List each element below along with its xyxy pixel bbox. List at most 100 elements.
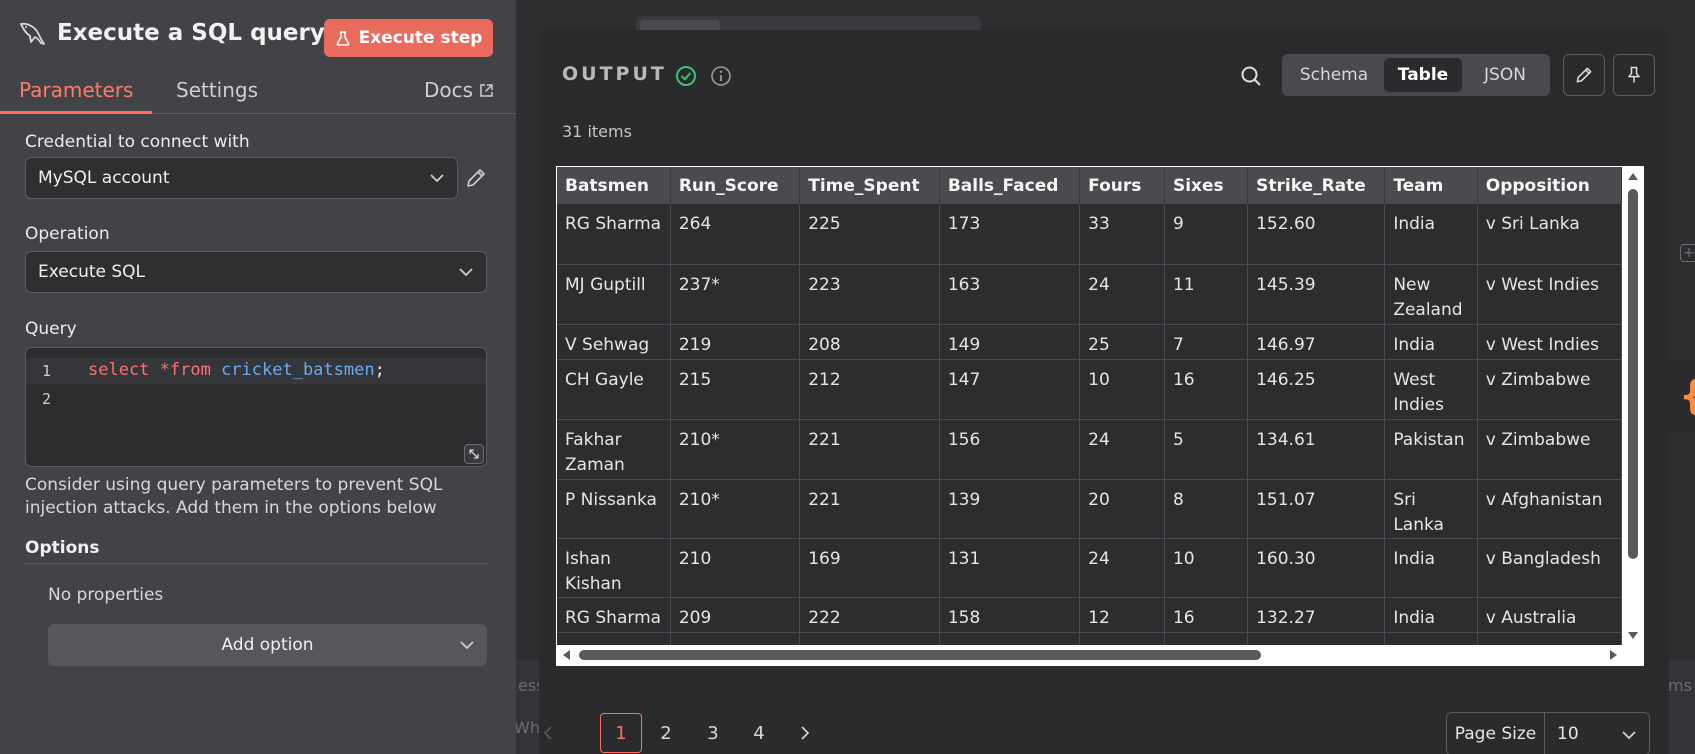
column-header-sixes[interactable]: Sixes <box>1164 167 1249 204</box>
table-cell: 210 <box>670 538 801 598</box>
edit-credential-icon[interactable] <box>464 166 488 190</box>
execute-step-button[interactable]: Execute step <box>324 19 493 57</box>
expression-brace-icon[interactable]: { <box>1665 360 1695 432</box>
column-header-team[interactable]: Team <box>1384 167 1478 204</box>
docs-link[interactable]: Docs <box>424 78 494 102</box>
table-row[interactable]: P Nissanka 210* 221 139 20 8 151.07 Sri Lanka v … <box>557 479 1622 539</box>
next-page-icon[interactable] <box>784 713 826 753</box>
query-label: Query <box>25 319 77 339</box>
horizontal-scrollbar[interactable] <box>557 646 1623 664</box>
table-cell: India <box>1384 538 1478 598</box>
table-cell: 135.94 <box>1247 632 1386 645</box>
active-tab-indicator <box>0 111 152 114</box>
table-cell: v West Indies <box>1477 324 1622 360</box>
table-cell: 169 <box>799 538 940 598</box>
table-cell: 212 <box>799 632 940 645</box>
table-cell: 210* <box>670 419 801 480</box>
horizontal-scroll-thumb[interactable] <box>579 650 1261 660</box>
column-header-run-score[interactable]: Run_Score <box>670 167 801 204</box>
column-header-batsmen[interactable]: Batsmen <box>557 167 671 204</box>
page-1-button[interactable]: 1 <box>600 713 642 753</box>
column-header-opposition[interactable]: Opposition <box>1477 167 1622 204</box>
scroll-left-arrow-icon[interactable] <box>561 649 571 661</box>
table-cell: 225 <box>799 204 940 265</box>
scroll-down-arrow-icon[interactable] <box>1627 631 1639 641</box>
table-frame: Batsmen Run_Score Time_Spent Balls_Faced Fou… <box>556 166 1644 666</box>
view-schema-button[interactable]: Schema <box>1286 58 1382 92</box>
column-header-fours[interactable]: Fours <box>1079 167 1165 204</box>
column-header-time-spent[interactable]: Time_Spent <box>799 167 940 204</box>
table-row[interactable]: V Sehwag 219 208 149 25 7 146.97 India v West In… <box>557 324 1622 360</box>
table-cell: v Zimbabwe <box>1477 359 1622 420</box>
line-number: 2 <box>42 390 52 408</box>
table-cell: 12 <box>1164 632 1249 645</box>
table-cell: 149 <box>939 324 1081 360</box>
edit-output-button[interactable] <box>1563 54 1605 96</box>
table-cell: 221 <box>799 419 940 480</box>
page-size-control[interactable]: Page Size 10 <box>1446 712 1650 754</box>
table-cell: 146.97 <box>1247 324 1386 360</box>
table-cell: 10 <box>1164 538 1249 598</box>
table-row[interactable]: RG Sharma208*2121531312135.94Indiav Sri … <box>557 632 1622 645</box>
table-cell: 221 <box>799 479 940 539</box>
page-2-button[interactable]: 2 <box>645 713 687 753</box>
tab-parameters[interactable]: Parameters <box>19 78 133 102</box>
page-size-label: Page Size <box>1447 713 1545 754</box>
line-number: 1 <box>42 362 52 380</box>
table-cell: 20 <box>1079 479 1165 539</box>
expand-editor-icon[interactable] <box>464 444 484 464</box>
pencil-icon <box>1576 67 1592 83</box>
table-cell: 12 <box>1079 597 1165 633</box>
table-row[interactable]: Fakhar Zaman 210* 221 156 24 5 134.61 Pakistan v… <box>557 419 1622 480</box>
prev-page-icon[interactable] <box>539 713 569 753</box>
info-icon[interactable] <box>710 65 732 87</box>
scroll-up-arrow-icon[interactable] <box>1627 171 1639 181</box>
column-header-strike-rate[interactable]: Strike_Rate <box>1247 167 1386 204</box>
operation-select[interactable]: Execute SQL <box>25 251 487 293</box>
table-cell: India <box>1384 632 1478 645</box>
canvas-add-icon[interactable]: + <box>1680 244 1695 262</box>
page-size-select[interactable]: 10 <box>1545 713 1649 754</box>
chevron-down-icon <box>430 174 444 183</box>
no-properties-text: No properties <box>48 585 164 605</box>
vertical-scrollbar[interactable] <box>1624 167 1642 645</box>
table-row[interactable]: RG Sharma 209 222 158 12 16 132.27 India v Austr… <box>557 597 1622 633</box>
table-cell: Pakistan <box>1384 419 1478 480</box>
table-row[interactable]: RG Sharma 264 225 173 33 9 152.60 India v Sri La… <box>557 204 1622 265</box>
table-cell: MJ Guptill <box>557 264 671 325</box>
table-body: RG Sharma 264 225 173 33 9 152.60 India v Sri La… <box>557 204 1622 645</box>
operation-label: Operation <box>25 224 110 244</box>
pin-icon <box>1628 66 1640 83</box>
add-option-label: Add option <box>221 635 314 655</box>
table-cell: v West Indies <box>1477 264 1622 325</box>
column-header-balls-faced[interactable]: Balls_Faced <box>939 167 1081 204</box>
query-editor[interactable]: 1 2 select *from cricket_batsmen; <box>25 347 487 467</box>
table-cell: Sri Lanka <box>1384 479 1478 539</box>
scroll-right-arrow-icon[interactable] <box>1609 649 1619 661</box>
table-cell: 215 <box>670 359 801 420</box>
search-icon[interactable] <box>1239 64 1263 88</box>
page-4-button[interactable]: 4 <box>738 713 780 753</box>
results-table-viewport[interactable]: Batsmen Run_Score Time_Spent Balls_Faced Fou… <box>557 167 1622 645</box>
parameters-panel: Execute a SQL query Execute step Paramet… <box>0 0 516 754</box>
table-cell: 153 <box>939 632 1081 645</box>
view-json-button[interactable]: JSON <box>1464 58 1546 92</box>
table-cell: 222 <box>799 597 940 633</box>
tab-settings[interactable]: Settings <box>176 78 258 102</box>
credential-select[interactable]: MySQL account <box>25 157 458 199</box>
table-row[interactable]: MJ Guptill 237* 223 163 24 11 145.39 New Zealan… <box>557 264 1622 325</box>
query-code[interactable]: select *from cricket_batsmen; <box>88 360 385 380</box>
add-option-button[interactable]: Add option <box>48 624 487 666</box>
table-cell: 9 <box>1164 204 1249 265</box>
table-row[interactable]: Ishan Kishan 210 169 131 24 10 160.30 India v Ba… <box>557 538 1622 598</box>
pin-output-button[interactable] <box>1613 54 1655 96</box>
table-cell: 33 <box>1079 204 1165 265</box>
table-row[interactable]: CH Gayle 215 212 147 10 16 146.25 West Indies v … <box>557 359 1622 420</box>
page-3-button[interactable]: 3 <box>692 713 734 753</box>
table-cell: v Bangladesh <box>1477 538 1622 598</box>
execute-step-label: Execute step <box>358 28 483 48</box>
table-cell: 131 <box>939 538 1081 598</box>
table-cell: New Zealand <box>1384 264 1478 325</box>
vertical-scroll-thumb[interactable] <box>1628 189 1638 559</box>
view-table-button[interactable]: Table <box>1384 58 1462 92</box>
